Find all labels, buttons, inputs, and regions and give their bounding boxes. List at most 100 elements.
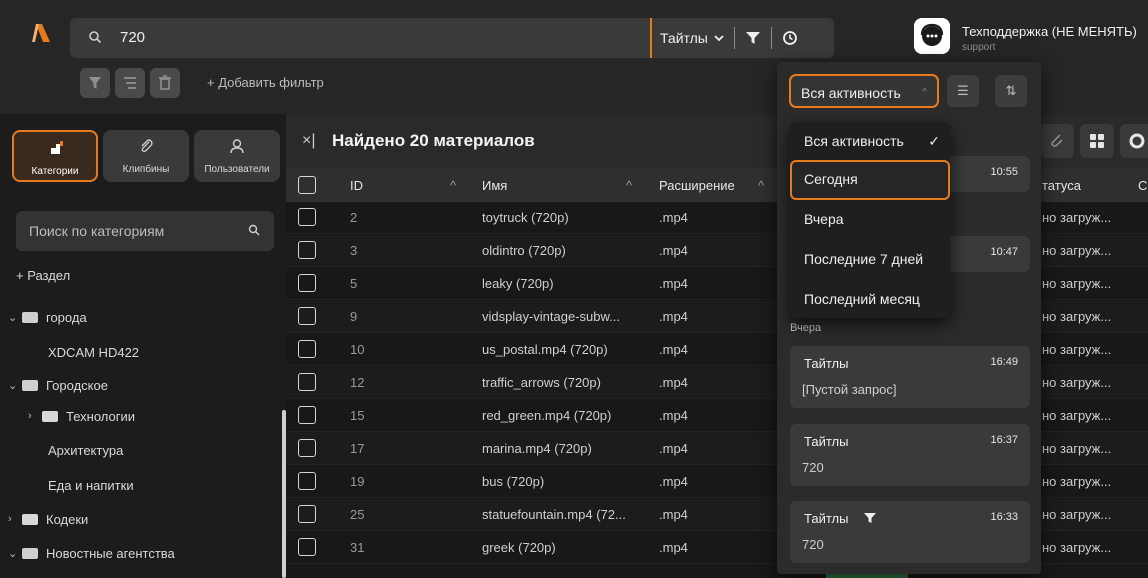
chevron-right-icon[interactable]: ›	[28, 410, 42, 422]
tree-item-codecs[interactable]: › Кодеки	[8, 504, 88, 534]
tab-label: Пользователи	[204, 164, 270, 175]
filter-list-button[interactable]	[115, 68, 145, 98]
cell-name: toytruck (720p)	[482, 210, 569, 225]
list-view-button[interactable]: ☰	[947, 75, 979, 107]
activity-query: [Пустой запрос]	[802, 382, 897, 397]
row-checkbox[interactable]	[298, 505, 316, 523]
cell-name: vidsplay-vintage-subw...	[482, 309, 621, 324]
menu-item-all-activity[interactable]: Вся активность ✓	[790, 122, 950, 162]
cell-status: но загруж...	[1042, 210, 1112, 225]
column-name-header[interactable]: Имя	[482, 178, 507, 193]
menu-item-last-month[interactable]: Последний месяц	[790, 280, 950, 320]
close-results-button[interactable]: ×|	[302, 132, 316, 150]
results-title: Найдено 20 материалов	[332, 131, 535, 150]
sort-icon[interactable]: ^	[450, 178, 456, 193]
row-checkbox[interactable]	[298, 472, 316, 490]
row-checkbox[interactable]	[298, 241, 316, 259]
row-checkbox[interactable]	[298, 373, 316, 391]
activity-card[interactable]: Тайтлы 16:33 720	[790, 501, 1030, 563]
cell-status: но загруж...	[1042, 540, 1112, 555]
global-search-field[interactable]: 720	[70, 18, 650, 58]
row-checkbox[interactable]	[298, 340, 316, 358]
chevron-right-icon[interactable]: ›	[8, 513, 22, 525]
row-checkbox[interactable]	[298, 208, 316, 226]
filter-icon[interactable]	[745, 30, 761, 46]
tree-item-xdcam[interactable]: XDCAM HD422	[48, 337, 139, 367]
cell-id: 3	[350, 243, 358, 258]
tree-item-label: города	[46, 309, 87, 325]
add-section-button[interactable]: + Раздел	[16, 260, 70, 290]
chevron-down-icon[interactable]: ⌄	[8, 379, 22, 392]
row-checkbox[interactable]	[298, 274, 316, 292]
tree-item-food[interactable]: Еда и напитки	[48, 470, 134, 500]
category-search-input[interactable]: Поиск по категориям	[29, 223, 164, 239]
user-name: Техподдержка (НЕ МЕНЯТЬ)	[962, 24, 1137, 39]
menu-item-last-7-days[interactable]: Последние 7 дней	[790, 240, 950, 280]
cell-ext: .mp4	[659, 441, 688, 456]
search-icon[interactable]	[248, 224, 260, 236]
support-avatar	[914, 18, 950, 54]
row-checkbox[interactable]	[298, 307, 316, 325]
chevron-down-icon[interactable]: ⌄	[8, 547, 22, 560]
row-checkbox[interactable]	[298, 439, 316, 457]
cell-status: но загруж...	[1042, 474, 1112, 489]
user-profile[interactable]: Техподдержка (НЕ МЕНЯТЬ) support	[914, 18, 1148, 58]
add-filter-link[interactable]: + Добавить фильтр	[207, 75, 324, 90]
menu-item-yesterday[interactable]: Вчера	[790, 200, 950, 240]
grid-view-button[interactable]	[1080, 124, 1114, 158]
attach-button[interactable]	[1040, 124, 1074, 158]
cell-id: 31	[350, 540, 365, 555]
menu-item-today[interactable]: Сегодня	[790, 160, 950, 200]
tab-categories[interactable]: Категории	[12, 130, 98, 182]
cell-name: us_postal.mp4 (720p)	[482, 342, 608, 357]
filter-icon	[864, 513, 876, 523]
top-bar: 720 Тайтлы Техподдержка (НЕ МЕНЯТЬ) supp…	[0, 0, 1148, 62]
column-cut-header[interactable]: С	[1138, 178, 1147, 193]
activity-period-select[interactable]: Вся активность ^	[789, 74, 939, 108]
check-icon: ✓	[928, 133, 940, 149]
tree-item-architecture[interactable]: Архитектура	[48, 435, 123, 465]
category-search-field[interactable]: Поиск по категориям	[16, 211, 274, 251]
row-checkbox[interactable]	[298, 406, 316, 424]
column-id-header[interactable]: ID	[350, 178, 363, 193]
cell-ext: .mp4	[659, 375, 688, 390]
delete-filter-button[interactable]	[150, 68, 180, 98]
tree-item-cities[interactable]: ⌄ города	[8, 302, 87, 332]
tab-label: Клипбины	[122, 164, 170, 175]
settings-button[interactable]	[1120, 124, 1148, 158]
tree-item-label: Кодеки	[46, 511, 89, 527]
tree-item-label: Городское	[46, 377, 108, 393]
global-search-input[interactable]: 720	[120, 29, 145, 46]
sort-icon[interactable]: ^	[758, 178, 764, 193]
folder-icon	[22, 513, 38, 525]
cell-id: 10	[350, 342, 365, 357]
select-all-checkbox[interactable]	[298, 176, 316, 194]
tab-clipbins[interactable]: Клипбины	[103, 130, 189, 182]
tree-item-news-agencies[interactable]: ⌄ Новостные агентства	[8, 538, 175, 568]
app-logo-icon[interactable]	[30, 22, 52, 44]
cell-status: но загруж...	[1042, 342, 1112, 357]
activity-card[interactable]: Тайтлы 16:49 [Пустой запрос]	[790, 346, 1030, 408]
cell-status: но загруж...	[1042, 309, 1112, 324]
column-ext-header[interactable]: Расширение	[659, 178, 735, 193]
row-checkbox[interactable]	[298, 538, 316, 556]
activity-time: 10:55	[990, 166, 1018, 178]
column-status-header[interactable]: татуса	[1042, 178, 1081, 193]
grid-view-icon	[1090, 134, 1104, 148]
chevron-down-icon[interactable]	[714, 33, 724, 43]
tab-users[interactable]: Пользователи	[194, 130, 280, 182]
add-section-label: + Раздел	[16, 267, 71, 283]
sort-icon[interactable]: ^	[626, 178, 632, 193]
sort-toggle-button[interactable]: ⇅	[995, 75, 1027, 107]
cell-status: но загруж...	[1042, 375, 1112, 390]
activity-time: 16:33	[990, 511, 1018, 523]
scope-dropdown[interactable]: Тайтлы	[660, 30, 708, 46]
history-clock-icon[interactable]	[782, 30, 798, 46]
tree-item-technology[interactable]: › Технологии	[28, 401, 135, 431]
chevron-down-icon[interactable]: ⌄	[8, 311, 22, 324]
activity-card[interactable]: Тайтлы 16:37 720	[790, 424, 1030, 486]
cell-ext: .mp4	[659, 210, 688, 225]
search-icon	[89, 31, 102, 44]
tree-item-urban[interactable]: ⌄ Городское	[8, 370, 108, 400]
filter-apply-button[interactable]	[80, 68, 110, 98]
